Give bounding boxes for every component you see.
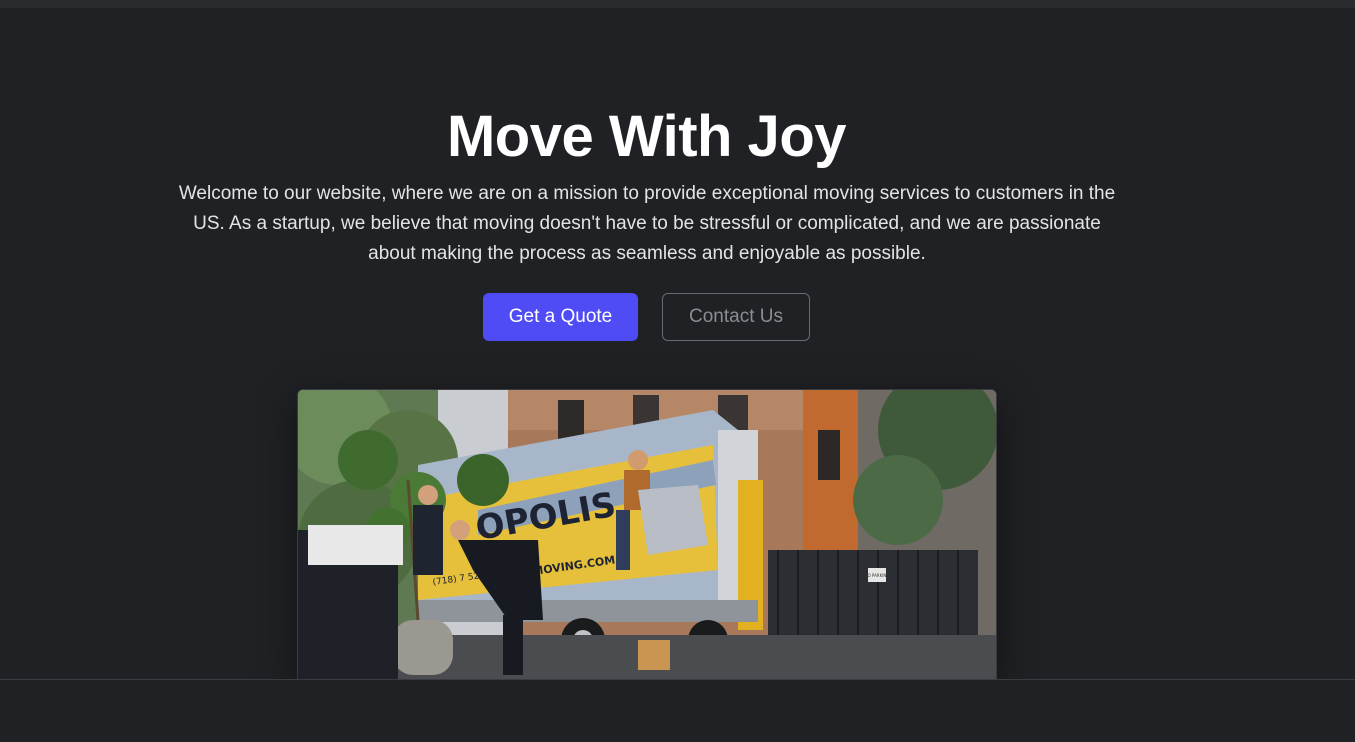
bottom-bar (0, 679, 1355, 742)
top-bar (0, 0, 1355, 8)
moving-truck-photo: NO PARKING OPOLIS G (718) 7 520 • MOVING… (298, 390, 996, 679)
contact-us-button[interactable]: Contact Us (662, 293, 810, 341)
hero-actions: Get a Quote Contact Us (483, 293, 810, 341)
hero-title: Move With Joy (446, 104, 847, 169)
hero-title-wrap: Move With Joy (0, 100, 1293, 174)
svg-text:NO PARKING: NO PARKING (865, 573, 890, 578)
get-quote-button[interactable]: Get a Quote (483, 293, 638, 341)
hero-subtitle: Welcome to our website, where we are on … (178, 183, 1116, 264)
hero-image: NO PARKING OPOLIS G (718) 7 520 • MOVING… (297, 389, 997, 679)
